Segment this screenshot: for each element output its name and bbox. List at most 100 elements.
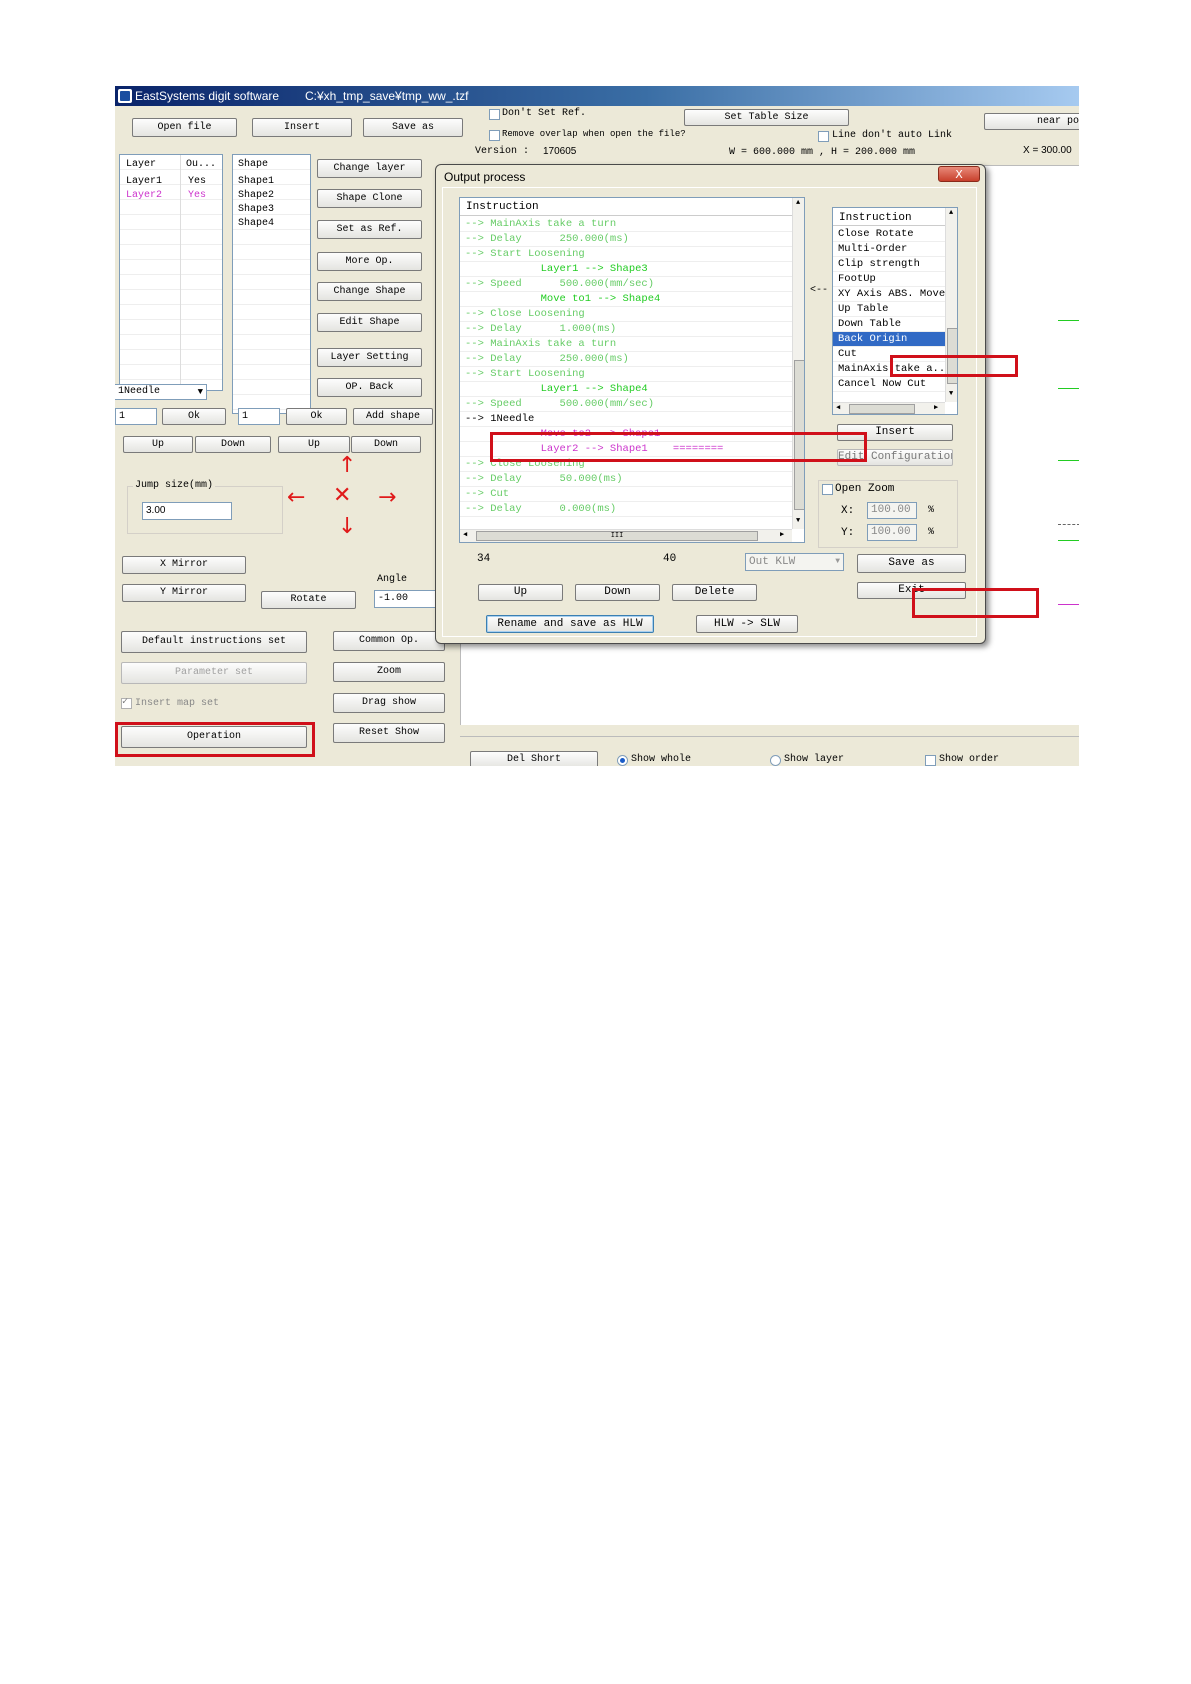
shape-list-item[interactable]: Shape2 xyxy=(238,190,274,201)
instruction-palette[interactable]: Instruction Close Rotate Multi-Order Clip … xyxy=(832,207,958,415)
instruction-row[interactable]: --> 1Needle xyxy=(460,412,792,427)
ok-button-1[interactable]: Ok xyxy=(162,408,226,425)
remove-overlap-checkbox[interactable] xyxy=(489,130,500,141)
instruction-row[interactable]: --> Close Loosening xyxy=(460,307,792,322)
shape-list-item[interactable]: Shape1 xyxy=(238,176,274,187)
palette-item[interactable]: Back Origin xyxy=(833,332,945,347)
dont-set-ref-checkbox[interactable] xyxy=(489,109,500,120)
drag-show-button[interactable]: Drag show xyxy=(333,693,445,713)
instruction-list[interactable]: Instruction --> MainAxis take a turn --> … xyxy=(459,197,805,543)
instruction-row[interactable]: --> MainAxis take a turn xyxy=(460,217,792,232)
count-input-2[interactable]: 1 xyxy=(238,408,280,425)
palette-item[interactable]: Up Table xyxy=(833,302,945,317)
move-left-arrow[interactable]: <-- xyxy=(810,285,828,296)
scroll-left-icon[interactable]: ◀ xyxy=(836,403,840,412)
arrow-up-icon[interactable]: ↑ xyxy=(338,455,356,477)
zoom-button[interactable]: Zoom xyxy=(333,662,445,682)
common-op-button[interactable]: Common Op. xyxy=(333,631,445,651)
scroll-left-icon[interactable]: ◀ xyxy=(463,530,467,539)
instruction-row[interactable]: --> Delay 50.000(ms) xyxy=(460,472,792,487)
palette-item[interactable]: Down Table xyxy=(833,317,945,332)
instruction-row[interactable]: --> Speed 500.000(mm/sec) xyxy=(460,397,792,412)
change-shape-button[interactable]: Change Shape xyxy=(317,282,422,301)
del-short-button[interactable]: Del Short xyxy=(470,751,598,766)
add-shape-button[interactable]: Add shape xyxy=(353,408,433,425)
instruction-row[interactable]: Layer1 --> Shape4 xyxy=(460,382,792,397)
dialog-close-button[interactable]: X xyxy=(938,166,980,182)
scroll-down-icon[interactable]: ▼ xyxy=(949,390,953,398)
jump-size-input[interactable]: 3.00 xyxy=(142,502,232,520)
shape-clone-button[interactable]: Shape Clone xyxy=(317,189,422,208)
dialog-save-as-button[interactable]: Save as xyxy=(857,554,966,573)
arrow-down-icon[interactable]: ↓ xyxy=(338,516,356,538)
instruction-row[interactable]: --> Delay 250.000(ms) xyxy=(460,232,792,247)
scroll-down-icon[interactable]: ▼ xyxy=(796,517,800,525)
layer-list[interactable]: Layer Ou... Layer1 Yes Layer2 Yes xyxy=(119,154,223,391)
rename-save-hlw-button[interactable]: Rename and save as HLW xyxy=(486,615,654,633)
instruction-row[interactable]: --> Start Loosening xyxy=(460,367,792,382)
insert-button[interactable]: Insert xyxy=(252,118,352,137)
rotate-button[interactable]: Rotate xyxy=(261,591,356,609)
instruction-row[interactable]: --> Delay 1.000(ms) xyxy=(460,322,792,337)
zoom-x-input[interactable]: 100.00 xyxy=(867,502,917,519)
palette-item[interactable]: Clip strength xyxy=(833,257,945,272)
line-dont-auto-link-checkbox[interactable] xyxy=(818,131,829,142)
instruction-row[interactable]: Move to1 --> Shape4 xyxy=(460,292,792,307)
insert-map-set-checkbox[interactable] xyxy=(121,696,132,709)
arrow-right-icon[interactable]: → xyxy=(378,487,396,509)
instruction-row[interactable]: --> Delay 0.000(ms) xyxy=(460,502,792,517)
shape-up-button[interactable]: Up xyxy=(278,436,350,453)
palette-item[interactable]: XY Axis ABS. Move xyxy=(833,287,945,302)
x-mirror-button[interactable]: X Mirror xyxy=(122,556,246,574)
instruction-row[interactable]: Layer1 --> Shape3 xyxy=(460,262,792,277)
palette-item[interactable]: Cancel Now Cut xyxy=(833,377,945,392)
default-instructions-button[interactable]: Default instructions set xyxy=(121,631,307,653)
layer-row[interactable]: Layer1 Yes xyxy=(120,175,222,189)
show-order-checkbox[interactable] xyxy=(925,755,936,766)
layer-setting-button[interactable]: Layer Setting xyxy=(317,348,422,367)
palette-horizontal-scrollbar[interactable]: ◀ ▶ xyxy=(833,402,945,414)
zoom-y-input[interactable]: 100.00 xyxy=(867,524,917,541)
instruction-vertical-scrollbar[interactable]: ▲ ▼ xyxy=(792,198,804,529)
shape-down-button[interactable]: Down xyxy=(351,436,421,453)
arrow-left-icon[interactable]: ← xyxy=(287,487,305,509)
edit-shape-button[interactable]: Edit Shape xyxy=(317,313,422,332)
y-mirror-button[interactable]: Y Mirror xyxy=(122,584,246,602)
layer-row[interactable]: Layer2 Yes xyxy=(120,189,222,203)
shape-list-item[interactable]: Shape4 xyxy=(238,218,274,229)
palette-item[interactable]: FootUp xyxy=(833,272,945,287)
instruction-down-button[interactable]: Down xyxy=(575,584,660,601)
instruction-row[interactable]: --> Cut xyxy=(460,487,792,502)
show-whole-radio[interactable] xyxy=(617,755,628,766)
scroll-thumb[interactable] xyxy=(849,404,915,414)
shape-list[interactable]: Shape Shape1 Shape2 Shape3 Shape4 xyxy=(232,154,311,414)
save-as-button[interactable]: Save as xyxy=(363,118,463,137)
count-input-1[interactable]: 1 xyxy=(115,408,157,425)
open-zoom-checkbox[interactable] xyxy=(822,484,833,495)
scroll-thumb[interactable]: III xyxy=(476,531,758,541)
near-button[interactable]: near po xyxy=(984,113,1079,130)
scroll-right-icon[interactable]: ▶ xyxy=(934,403,938,412)
shape-list-item[interactable]: Shape3 xyxy=(238,204,274,215)
parameter-set-button[interactable]: Parameter set xyxy=(121,662,307,684)
show-layer-radio[interactable] xyxy=(770,755,781,766)
hlw-to-slw-button[interactable]: HLW -> SLW xyxy=(696,615,798,633)
instruction-row[interactable]: --> MainAxis take a turn xyxy=(460,337,792,352)
palette-item[interactable]: Multi-Order xyxy=(833,242,945,257)
palette-item[interactable]: Close Rotate xyxy=(833,227,945,242)
open-file-button[interactable]: Open file xyxy=(132,118,237,137)
reset-show-button[interactable]: Reset Show xyxy=(333,723,445,743)
instruction-up-button[interactable]: Up xyxy=(478,584,563,601)
set-as-ref-button[interactable]: Set as Ref. xyxy=(317,220,422,239)
angle-input[interactable]: -1.00 xyxy=(374,590,438,608)
scroll-up-icon[interactable]: ▲ xyxy=(796,199,800,207)
instruction-row[interactable]: --> Start Loosening xyxy=(460,247,792,262)
set-table-size-button[interactable]: Set Table Size xyxy=(684,109,849,126)
op-back-button[interactable]: OP. Back xyxy=(317,378,422,397)
needle-select[interactable]: 1Needle ▼ xyxy=(115,384,207,400)
instruction-row[interactable]: --> Delay 250.000(ms) xyxy=(460,352,792,367)
scroll-up-icon[interactable]: ▲ xyxy=(949,209,953,217)
instruction-row[interactable]: --> Speed 500.000(mm/sec) xyxy=(460,277,792,292)
more-op-button[interactable]: More Op. xyxy=(317,252,422,271)
change-layer-button[interactable]: Change layer xyxy=(317,159,422,178)
